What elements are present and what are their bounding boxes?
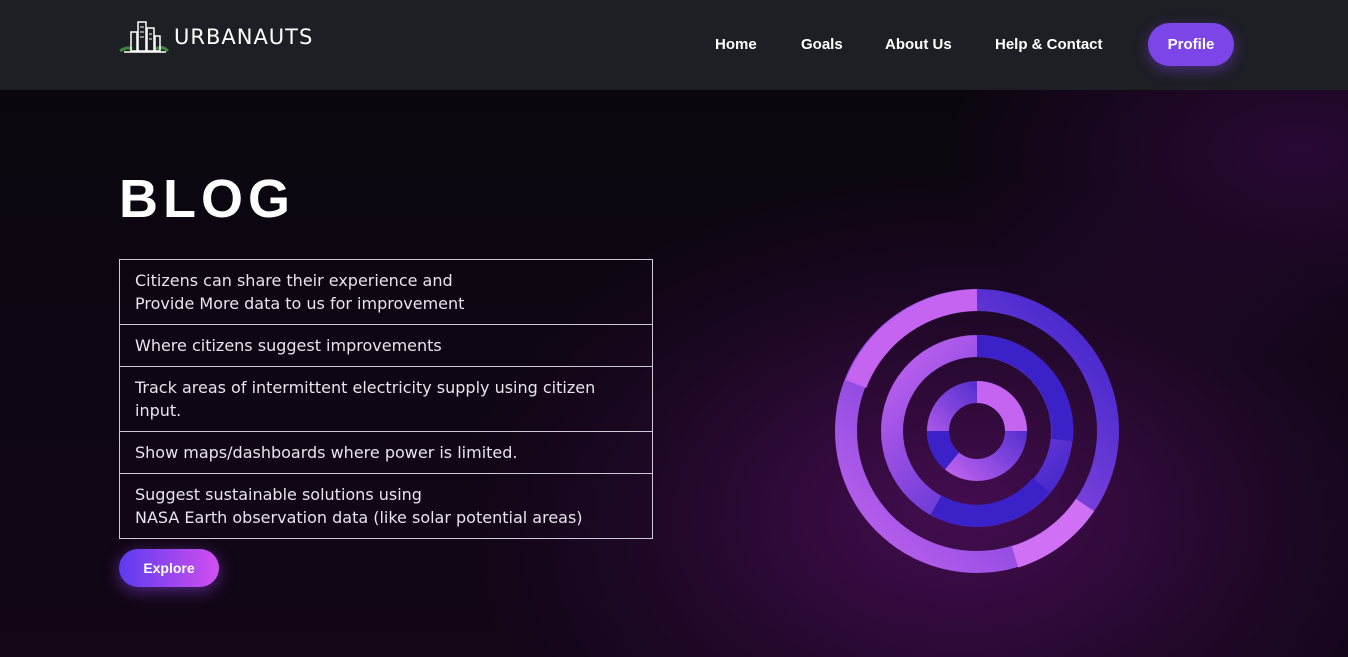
feature-item-track-electricity: Track areas of intermittent electricity … bbox=[120, 366, 652, 431]
brand-logo[interactable]: URBANAUTS bbox=[118, 16, 313, 56]
feature-item-sustainable-solutions: Suggest sustainable solutions using NASA… bbox=[120, 473, 652, 538]
page-title: BLOG bbox=[119, 169, 295, 229]
decorative-rings-graphic bbox=[835, 289, 1119, 573]
explore-button[interactable]: Explore bbox=[119, 549, 219, 587]
feature-item-suggest-improvements: Where citizens suggest improvements bbox=[120, 324, 652, 366]
nav-help-contact-link[interactable]: Help & Contact bbox=[995, 36, 1103, 53]
profile-button[interactable]: Profile bbox=[1148, 23, 1234, 66]
feature-item-show-maps: Show maps/dashboards where power is limi… bbox=[120, 431, 652, 473]
inner-ring bbox=[926, 381, 1027, 481]
nav-about-us-link[interactable]: About Us bbox=[885, 36, 952, 53]
city-buildings-icon bbox=[119, 21, 170, 53]
middle-ring bbox=[881, 334, 1074, 528]
feature-list: Citizens can share their experience and … bbox=[119, 259, 653, 539]
navbar: URBANAUTS Home Goals About Us Help & Con… bbox=[0, 0, 1348, 90]
feature-item-share-experience: Citizens can share their experience and … bbox=[135, 271, 465, 313]
nav-home-link[interactable]: Home bbox=[715, 36, 757, 53]
nav-goals-link[interactable]: Goals bbox=[801, 36, 843, 53]
brand-name: URBANAUTS bbox=[174, 25, 314, 49]
